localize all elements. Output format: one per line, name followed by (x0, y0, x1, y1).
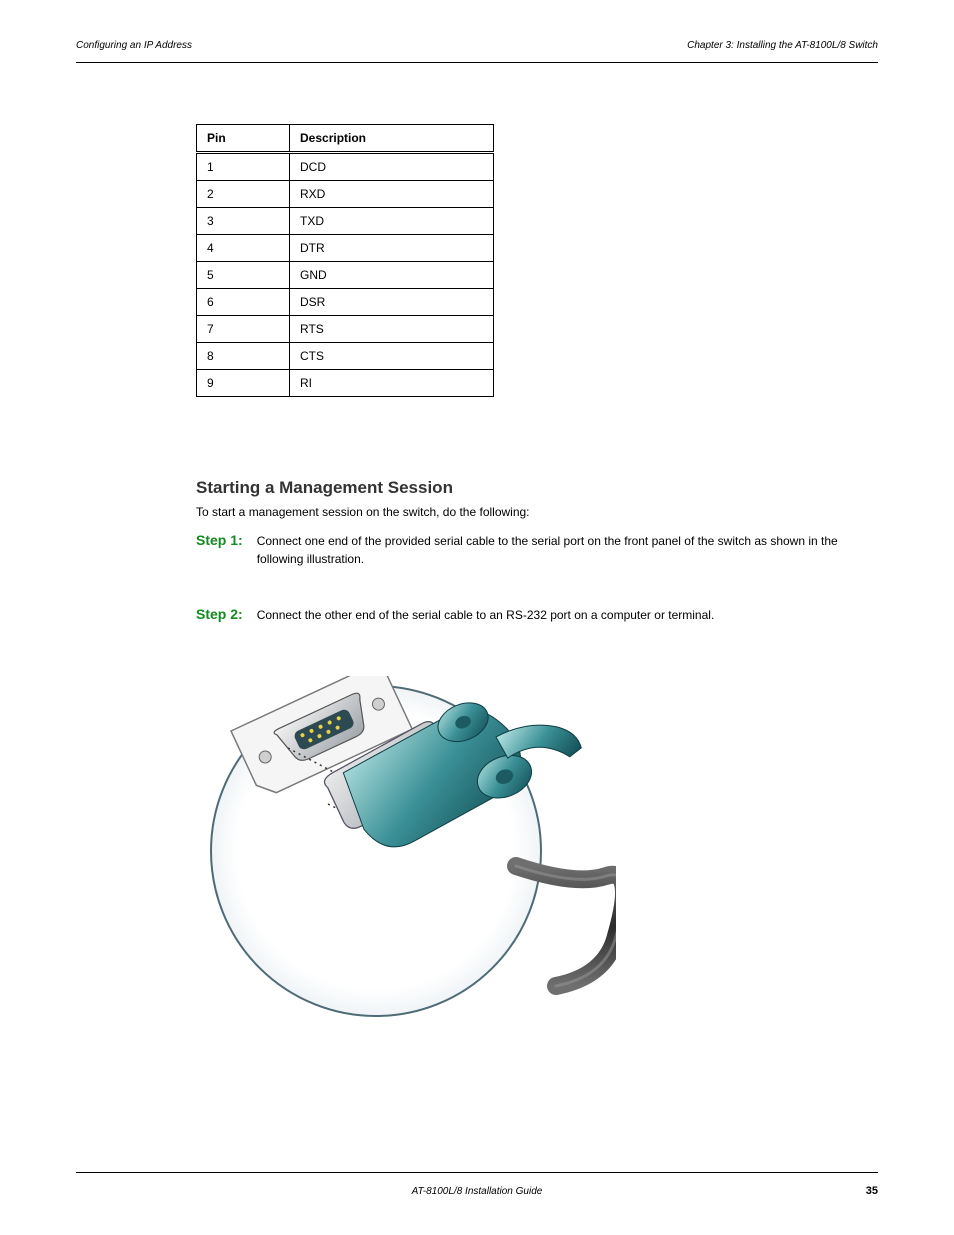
header-left: Configuring an IP Address (76, 40, 192, 51)
serial-cable-illustration-icon (196, 676, 616, 1056)
table-row: 7RTS (197, 316, 494, 343)
cell-pin: 9 (197, 370, 290, 397)
cell-desc: GND (290, 262, 494, 289)
step2-text: Connect the other end of the serial cabl… (257, 606, 876, 624)
footer-rule (76, 1172, 878, 1173)
col-pin: Pin (197, 125, 290, 153)
cell-pin: 4 (197, 235, 290, 262)
page-number: 35 (866, 1185, 878, 1197)
cell-desc: RTS (290, 316, 494, 343)
cell-desc: TXD (290, 208, 494, 235)
cell-pin: 8 (197, 343, 290, 370)
step-row: Step 2: Connect the other end of the ser… (196, 606, 876, 624)
step1-text: Connect one end of the provided serial c… (257, 532, 876, 568)
col-description: Description (290, 125, 494, 153)
table-row: 8CTS (197, 343, 494, 370)
step1-label: Step 1: (196, 532, 243, 548)
header-rule (76, 62, 878, 63)
cell-pin: 3 (197, 208, 290, 235)
cell-pin: 5 (197, 262, 290, 289)
table-row: 9RI (197, 370, 494, 397)
table-row: 4DTR (197, 235, 494, 262)
serial-cable-figure (196, 676, 616, 1056)
cell-desc: DTR (290, 235, 494, 262)
cell-desc: RXD (290, 181, 494, 208)
cell-desc: DSR (290, 289, 494, 316)
pinout-table: Pin Description 1DCD 2RXD 3TXD 4DTR 5GND… (196, 124, 494, 397)
cell-desc: DCD (290, 153, 494, 181)
section-intro: To start a management session on the swi… (196, 504, 872, 521)
cell-pin: 1 (197, 153, 290, 181)
header-right: Chapter 3: Installing the AT-8100L/8 Swi… (687, 40, 878, 51)
footer-center: AT-8100L/8 Installation Guide (0, 1186, 954, 1197)
table-row: 6DSR (197, 289, 494, 316)
section-heading: Starting a Management Session (196, 478, 453, 498)
table-row: 1DCD (197, 153, 494, 181)
cell-pin: 2 (197, 181, 290, 208)
cell-pin: 6 (197, 289, 290, 316)
table-row: 2RXD (197, 181, 494, 208)
step2-label: Step 2: (196, 606, 243, 622)
page: Configuring an IP Address Chapter 3: Ins… (0, 0, 954, 1235)
cell-pin: 7 (197, 316, 290, 343)
step-row: Step 1: Connect one end of the provided … (196, 532, 876, 568)
table-row: 5GND (197, 262, 494, 289)
cell-desc: RI (290, 370, 494, 397)
table-row: 3TXD (197, 208, 494, 235)
table-header-row: Pin Description (197, 125, 494, 153)
cell-desc: CTS (290, 343, 494, 370)
